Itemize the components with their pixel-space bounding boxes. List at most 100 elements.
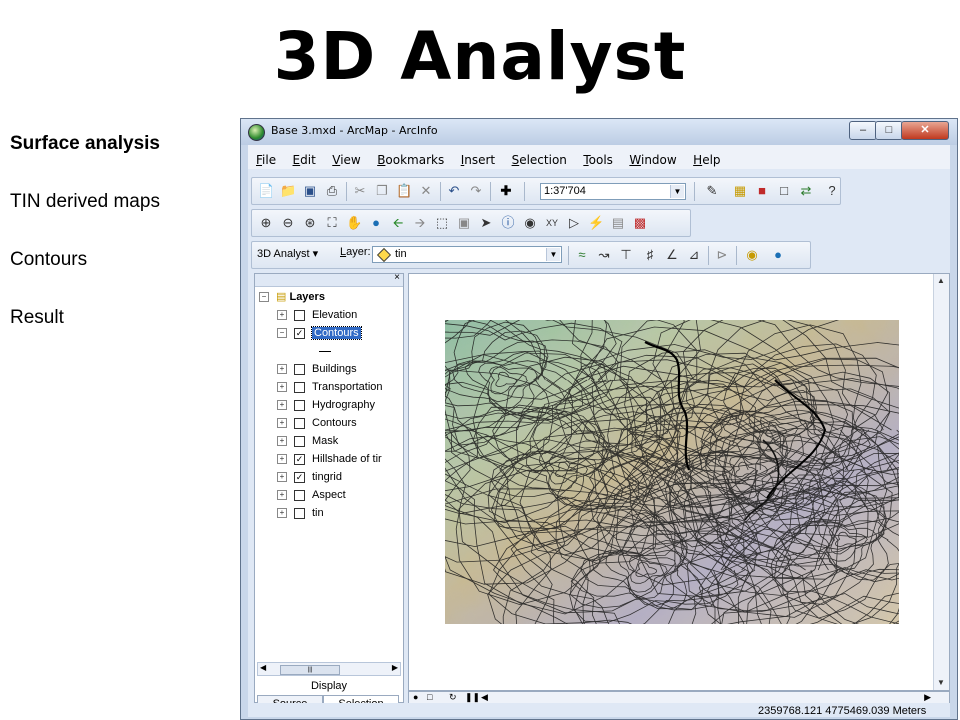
copy-icon[interactable]: ❐ <box>374 183 390 199</box>
minimize-button[interactable]: – <box>849 121 877 140</box>
tab-display[interactable]: Display <box>255 680 403 692</box>
measure-icon[interactable]: ▷ <box>566 215 582 231</box>
clear-selection-icon[interactable]: ▣ <box>456 215 472 231</box>
toc-layer-row[interactable]: + Elevation <box>277 306 357 324</box>
map-vertical-scrollbar[interactable]: ▲ ▼ <box>933 274 949 690</box>
go-to-xy-icon[interactable]: XY <box>544 215 560 231</box>
pause-drawing-icon[interactable]: ❚❚ <box>465 692 480 703</box>
expand-icon[interactable]: + <box>277 436 287 447</box>
editor-toolbar-icon[interactable]: ✎ <box>704 183 720 199</box>
interpolate-line-icon[interactable]: ∠ <box>664 247 680 263</box>
toc-layer-row[interactable]: + tin <box>277 504 324 522</box>
menu-bookmarks[interactable]: Bookmarks <box>377 153 444 167</box>
map-view[interactable]: ▲ ▼ <box>408 273 950 691</box>
interpolate-polygon-icon[interactable]: ⊿ <box>686 247 702 263</box>
time-slider-icon[interactable]: ▩ <box>632 215 648 231</box>
add-data-icon[interactable]: ✚ <box>498 183 514 199</box>
window-titlebar[interactable]: Base 3.mxd - ArcMap - ArcInfo – □ ✕ <box>241 119 957 145</box>
save-icon[interactable]: ▣ <box>302 183 318 199</box>
steepest-path-icon[interactable]: ↝ <box>596 247 612 263</box>
layer-visibility-checkbox[interactable] <box>294 507 305 519</box>
interpolate-point-icon[interactable]: ♯ <box>642 247 658 263</box>
layer-combo[interactable]: tin ▼ <box>372 246 562 263</box>
identify-icon[interactable]: ⓘ <box>500 215 516 231</box>
expand-icon[interactable]: + <box>277 454 287 465</box>
menu-file[interactable]: File <box>256 153 276 167</box>
undo-icon[interactable]: ↶ <box>446 183 462 199</box>
close-button[interactable]: ✕ <box>901 121 949 140</box>
pan-hand-icon[interactable]: ✋ <box>346 215 362 231</box>
line-of-sight-icon[interactable]: ⊤ <box>618 247 634 263</box>
html-popup-icon[interactable]: ▤ <box>610 215 626 231</box>
expand-icon[interactable]: + <box>277 508 287 519</box>
refresh-icon[interactable]: ↻ <box>449 692 457 703</box>
expand-icon[interactable]: + <box>277 490 287 501</box>
back-arrow-icon[interactable]: 🡨 <box>390 215 406 231</box>
expand-icon[interactable]: + <box>277 382 287 393</box>
modelbuilder-icon[interactable]: ⇄ <box>798 183 814 199</box>
contour-tool-icon[interactable]: ≈ <box>574 247 590 263</box>
layer-visibility-checkbox[interactable] <box>294 399 305 411</box>
expand-icon[interactable]: + <box>277 310 287 321</box>
full-extent-globe-icon[interactable]: ● <box>368 215 384 231</box>
command-line-icon[interactable]: □ <box>776 183 792 199</box>
layer-visibility-checkbox[interactable] <box>294 363 305 375</box>
expand-icon[interactable]: + <box>277 364 287 375</box>
collapse-icon[interactable]: − <box>259 292 269 303</box>
layer-visibility-checkbox[interactable]: ✓ <box>294 453 305 465</box>
delete-icon[interactable]: ✕ <box>418 183 434 199</box>
map-scale-combo[interactable]: 1:37'704 ▼ <box>540 183 686 200</box>
scroll-right-icon[interactable]: ▶ <box>392 663 398 672</box>
zoom-out-icon[interactable]: ⊖ <box>280 215 296 231</box>
scroll-up-icon[interactable]: ▲ <box>936 276 946 286</box>
menu-window[interactable]: Window <box>629 153 676 167</box>
new-document-icon[interactable]: 📄 <box>258 183 274 199</box>
maximize-button[interactable]: □ <box>875 121 903 140</box>
scroll-right-icon[interactable]: ▶ <box>924 692 931 703</box>
expand-icon[interactable]: + <box>277 400 287 411</box>
redo-icon[interactable]: ↷ <box>468 183 484 199</box>
select-elements-arrow-icon[interactable]: ➤ <box>478 215 494 231</box>
scroll-left-icon[interactable]: ◀ <box>481 692 488 703</box>
arcglobe-icon[interactable]: ● <box>770 247 786 263</box>
collapse-icon[interactable]: − <box>277 328 287 339</box>
scroll-left-icon[interactable]: ◀ <box>260 663 266 672</box>
dropdown-arrow-icon[interactable]: ▼ <box>546 248 560 261</box>
layer-visibility-checkbox[interactable] <box>294 381 305 393</box>
menu-tools[interactable]: Tools <box>583 153 613 167</box>
toc-close-icon[interactable]: × <box>394 272 400 283</box>
toc-layer-row[interactable]: + Transportation <box>277 378 383 396</box>
toc-layer-row[interactable]: + Aspect <box>277 486 346 504</box>
expand-icon[interactable]: + <box>277 472 287 483</box>
select-features-icon[interactable]: ⬚ <box>434 215 450 231</box>
layer-visibility-checkbox[interactable]: ✓ <box>294 471 305 483</box>
data-view-icon[interactable]: ● <box>413 692 418 702</box>
forward-arrow-icon[interactable]: 🡪 <box>412 215 428 231</box>
toc-layer-row[interactable]: + Hydrography <box>277 396 375 414</box>
toc-layer-row[interactable]: + Buildings <box>277 360 357 378</box>
layer-visibility-checkbox[interactable] <box>294 417 305 429</box>
toc-layer-row[interactable]: + Mask <box>277 432 338 450</box>
whats-this-help-icon[interactable]: ? <box>824 183 840 199</box>
menu-view[interactable]: View <box>332 153 360 167</box>
expand-icon[interactable]: + <box>277 418 287 429</box>
catalog-icon[interactable]: ▦ <box>732 183 748 199</box>
dropdown-arrow-icon[interactable]: ▼ <box>670 185 684 198</box>
fixed-zoom-out-icon[interactable]: ⛶ <box>324 215 340 231</box>
open-folder-icon[interactable]: 📁 <box>280 183 296 199</box>
layer-visibility-checkbox[interactable] <box>294 309 305 321</box>
layer-visibility-checkbox[interactable] <box>294 435 305 447</box>
layer-visibility-checkbox[interactable] <box>294 489 305 501</box>
toc-layer-row[interactable]: − ✓ Contours <box>277 324 362 342</box>
cut-icon[interactable]: ✂ <box>352 183 368 199</box>
scroll-thumb[interactable]: ||| <box>280 665 340 675</box>
layout-view-icon[interactable]: □ <box>427 692 432 702</box>
fixed-zoom-in-icon[interactable]: ⊛ <box>302 215 318 231</box>
arcscene-icon[interactable]: ◉ <box>744 247 760 263</box>
paste-icon[interactable]: 📋 <box>396 183 412 199</box>
arctoolbox-icon[interactable]: ■ <box>754 183 770 199</box>
hyperlink-lightning-icon[interactable]: ⚡ <box>588 215 604 231</box>
menu-help[interactable]: Help <box>693 153 720 167</box>
toc-layer-row[interactable]: + ✓ tingrid <box>277 468 342 486</box>
find-binoculars-icon[interactable]: ◉ <box>522 215 538 231</box>
